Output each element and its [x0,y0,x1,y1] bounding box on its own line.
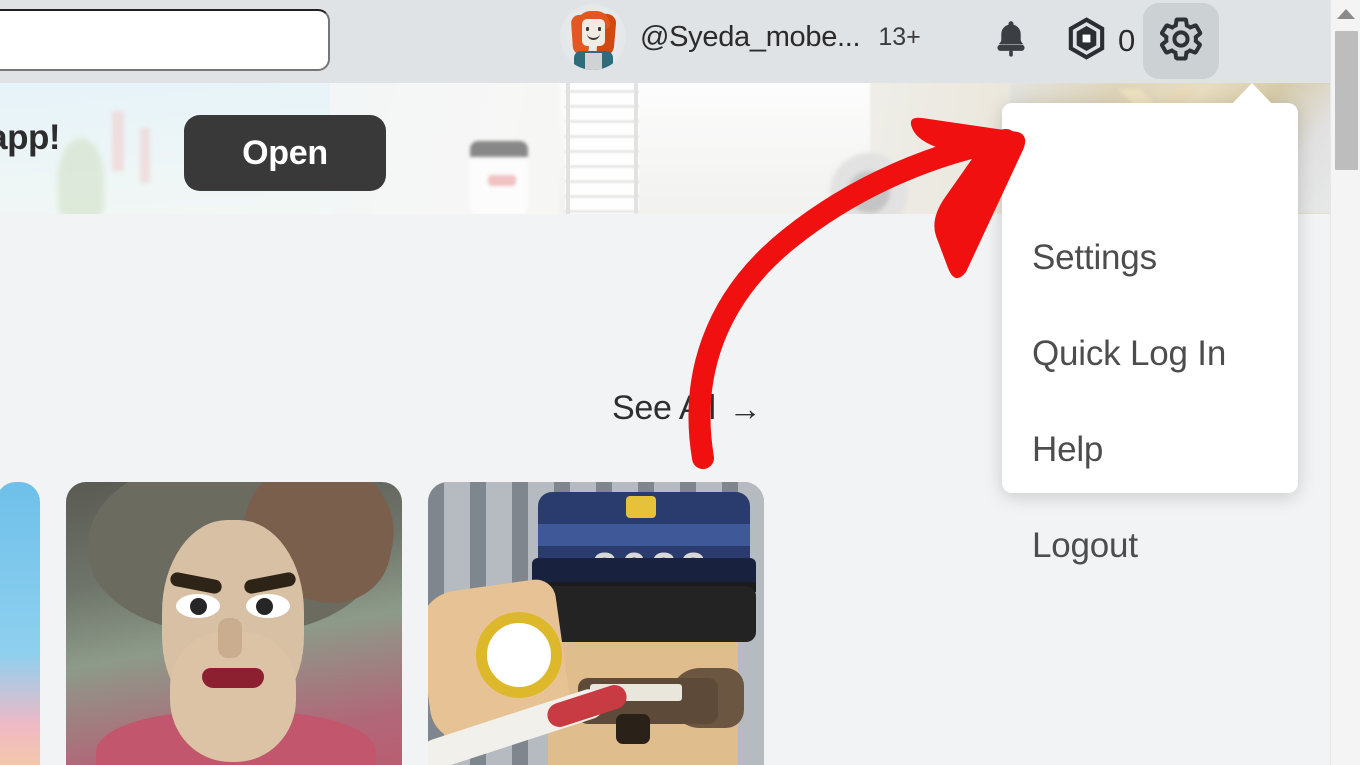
notification-bell-icon [989,17,1033,66]
police-hat-badge [626,496,656,518]
username-label: @Syeda_mobe... [640,20,861,53]
character-lips [202,668,264,688]
menu-item-logout[interactable]: Logout [1032,526,1138,566]
user-identity-cluster[interactable]: @Syeda_mobe... 13+ [560,4,921,70]
scrollbar-up-button[interactable] [1331,0,1360,28]
open-app-button[interactable]: Open [184,115,386,191]
coin-object [476,612,562,698]
game-card-scary-teacher[interactable] [66,482,402,765]
see-all-link[interactable]: See All → [612,389,762,428]
see-all-label: See All [612,389,716,427]
app-root: @Syeda_mobe... 13+ 0 pp! Open See All → … [0,0,1360,765]
sunglasses [534,586,756,642]
game-card-list: 2023 [0,482,764,765]
robux-balance-button[interactable]: 0 [1063,15,1135,67]
avatar[interactable] [560,4,626,70]
vertical-scrollbar[interactable] [1330,0,1360,765]
dropdown-caret [1231,83,1273,105]
chevron-up-icon [1337,9,1355,19]
settings-dropdown-menu: Settings Quick Log In Help Logout [1002,103,1298,565]
header-icon-cluster: 0 [973,3,1220,79]
robux-count-label: 0 [1118,23,1136,58]
character-pupil-left [190,598,207,615]
character-nose [218,618,242,658]
settings-gear-button[interactable] [1143,3,1220,79]
top-header-bar: @Syeda_mobe... 13+ 0 [0,0,1330,83]
banner-text: p app! [0,118,60,157]
menu-item-settings[interactable]: Settings [1032,238,1157,278]
avatar-torso [585,53,602,70]
robux-icon [1063,15,1110,67]
notification-bell-button[interactable] [973,3,1049,79]
avatar-eye-left [586,27,589,31]
character-pupil-right [256,598,273,615]
avatar-eye-right [598,27,601,31]
menu-item-help[interactable]: Help [1032,430,1103,470]
menu-item-quick-log-in[interactable]: Quick Log In [1032,334,1226,374]
age-badge: 13+ [878,22,921,51]
arrow-right-icon: → [728,389,762,427]
game-card-partial-left[interactable] [0,482,40,765]
game-card-barry-prison-2023[interactable]: 2023 [428,482,764,765]
scrollbar-thumb[interactable] [1335,31,1358,170]
character-mouth-hole [616,714,650,744]
gear-icon [1157,15,1205,68]
search-input[interactable] [0,9,330,71]
